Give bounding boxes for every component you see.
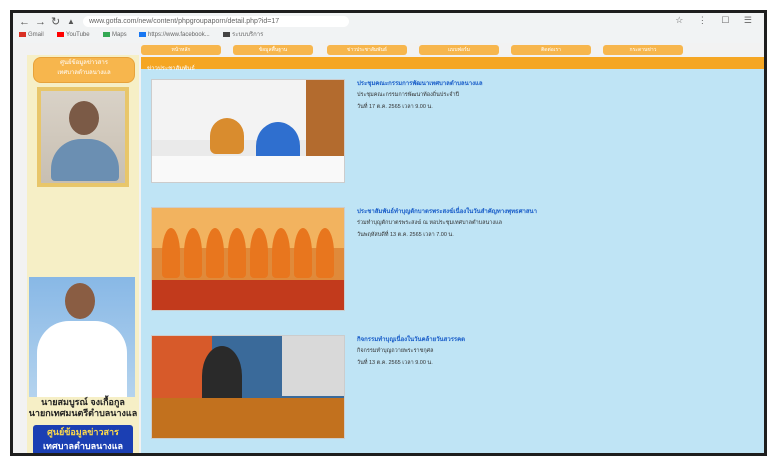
mayor-name: นายสมบูรณ์ จงเกื้อกูล (41, 397, 125, 407)
news-date: วันที่ 13 ต.ค. 2565 เวลา 9.00 น. (357, 360, 433, 366)
main-content: ข่าวประชาสัมพันธ์ ประชุมคณะกรรมการพัฒนาเ… (141, 57, 764, 453)
news-photo-ceremony[interactable] (151, 335, 345, 439)
banner-line2: เทศบาลตำบลนางแล (42, 441, 124, 451)
photo-monk (250, 228, 268, 278)
address-bar[interactable]: www.gotfa.com/new/content/phpgroupaporn/… (83, 16, 349, 27)
bookmark-label: Maps (112, 32, 127, 38)
photo-person (210, 118, 244, 154)
news-title[interactable]: ประชุมคณะกรรมการพัฒนาเทศบาลตำบลนางแล (357, 79, 757, 89)
forward-arrow-icon[interactable]: → (35, 15, 46, 29)
photo-monk (162, 228, 180, 278)
top-navigation: หน้าหลัก ข้อมูลพื้นฐาน ข่าวประชาสัมพันธ์… (141, 45, 764, 55)
king-portrait (37, 87, 129, 187)
photo-wall (152, 208, 344, 248)
bookmark-gmail[interactable]: Gmail (19, 30, 44, 41)
photo-monk (294, 228, 312, 278)
mayor-caption: นายสมบูรณ์ จงเกื้อกูล นายกเทศมนตรีตำบลนา… (27, 397, 139, 419)
mayor-portrait (29, 277, 135, 397)
photo-door (306, 80, 344, 160)
news-desc: กิจกรรมทำบุญถวายพระราชกุศล (357, 348, 434, 354)
photo-floor (152, 280, 344, 310)
gmail-icon (19, 31, 26, 37)
facebook-icon (139, 31, 146, 37)
photo-floor (152, 398, 344, 438)
youtube-icon (57, 31, 64, 37)
photo-table (152, 156, 344, 182)
mayor-title: นายกเทศมนตรีตำบลนางแล (28, 408, 138, 418)
bookmark-label: ระบบบริการ (232, 32, 264, 38)
bookmark-label: YouTube (66, 32, 90, 38)
lock-icon: ▲ (67, 17, 75, 26)
bookmark-service[interactable]: ระบบบริการ (223, 30, 263, 41)
nav-item-board[interactable]: กระดานข่าว (603, 45, 683, 55)
photo-monk (206, 228, 224, 278)
bookmark-facebook[interactable]: https://www.facebook... (139, 30, 210, 41)
portrait-head (65, 283, 95, 319)
logo-line2: เทศบาลตำบลนางแล (57, 70, 111, 76)
bookmark-label: Gmail (28, 32, 44, 38)
news-info: กิจกรรมทำบุญเนื่องในวันคล้ายวันสวรรคต กิ… (357, 335, 757, 369)
nav-item-home[interactable]: หน้าหลัก (141, 45, 221, 55)
news-date: วันพฤหัสบดีที่ 13 ต.ค. 2565 เวลา 7.00 น. (357, 232, 454, 238)
left-sidebar: ศูนย์ข้อมูลข่าวสาร เทศบาลตำบลนางแล นายสม… (27, 55, 139, 453)
photo-monk (272, 228, 290, 278)
nav-item-info[interactable]: ข้อมูลพื้นฐาน (233, 45, 313, 55)
logo-line1: ศูนย์ข้อมูลข่าวสาร (60, 60, 108, 66)
news-title[interactable]: กิจกรรมทำบุญเนื่องในวันคล้ายวันสวรรคต (357, 335, 757, 345)
bookmarks-bar: Gmail YouTube Maps https://www.facebook.… (13, 30, 764, 42)
news-date: วันที่ 17 ต.ค. 2565 เวลา 9.00 น. (357, 104, 433, 110)
photo-monk (184, 228, 202, 278)
nav-item-contact[interactable]: ติดต่อเรา (511, 45, 591, 55)
photo-monk (228, 228, 246, 278)
reload-icon[interactable]: ↻ (51, 15, 60, 29)
news-title[interactable]: ประชาสัมพันธ์ทำบุญตักบาตรพระสงฆ์เนื่องใน… (357, 207, 757, 217)
back-arrow-icon[interactable]: ← (19, 15, 30, 29)
bookmark-label: https://www.facebook... (148, 32, 210, 38)
maps-icon (103, 31, 110, 37)
banner-line1: ศูนย์ข้อมูลข่าวสาร (47, 427, 119, 437)
bookmark-maps[interactable]: Maps (103, 30, 127, 41)
news-info: ประชุมคณะกรรมการพัฒนาเทศบาลตำบลนางแล ประ… (357, 79, 757, 113)
news-desc: ประชุมคณะกรรมการพัฒนาท้องถิ่นประจำปี (357, 92, 460, 98)
browser-chrome: ← → ↻ ▲ www.gotfa.com/new/content/phpgro… (13, 13, 764, 44)
photo-monk (316, 228, 334, 278)
news-desc: ร่วมทำบุญตักบาตรพระสงฆ์ ณ หอประชุมเทศบาล… (357, 220, 502, 226)
section-title: ข่าวประชาสัมพันธ์ (147, 66, 195, 72)
nav-item-news[interactable]: ข่าวประชาสัมพันธ์ (327, 45, 407, 55)
screenshot-frame: ← → ↻ ▲ www.gotfa.com/new/content/phpgro… (10, 10, 767, 456)
news-info: ประชาสัมพันธ์ทำบุญตักบาตรพระสงฆ์เนื่องใน… (357, 207, 757, 241)
photo-person (202, 346, 242, 406)
portrait-body (51, 139, 119, 181)
bookmark-folder-icon (223, 31, 230, 37)
portrait-body (37, 321, 127, 397)
news-photo-meeting[interactable] (151, 79, 345, 183)
nav-item-forms[interactable]: แบบฟอร์ม (419, 45, 499, 55)
bookmark-youtube[interactable]: YouTube (57, 30, 90, 41)
browser-toolbar: ← → ↻ ▲ www.gotfa.com/new/content/phpgro… (13, 15, 764, 29)
section-header: ข่าวประชาสัมพันธ์ (141, 57, 764, 72)
photo-backdrop (282, 336, 344, 396)
site-logo[interactable]: ศูนย์ข้อมูลข่าวสาร เทศบาลตำบลนางแล (33, 57, 135, 83)
web-page: หน้าหลัก ข้อมูลพื้นฐาน ข่าวประชาสัมพันธ์… (13, 43, 764, 453)
info-center-banner[interactable]: ศูนย์ข้อมูลข่าวสาร เทศบาลตำบลนางแล (33, 425, 133, 453)
browser-actions[interactable]: ☆ ⋮ ☐ ☰ (675, 15, 758, 26)
news-photo-monks[interactable] (151, 207, 345, 311)
portrait-head (69, 101, 99, 135)
